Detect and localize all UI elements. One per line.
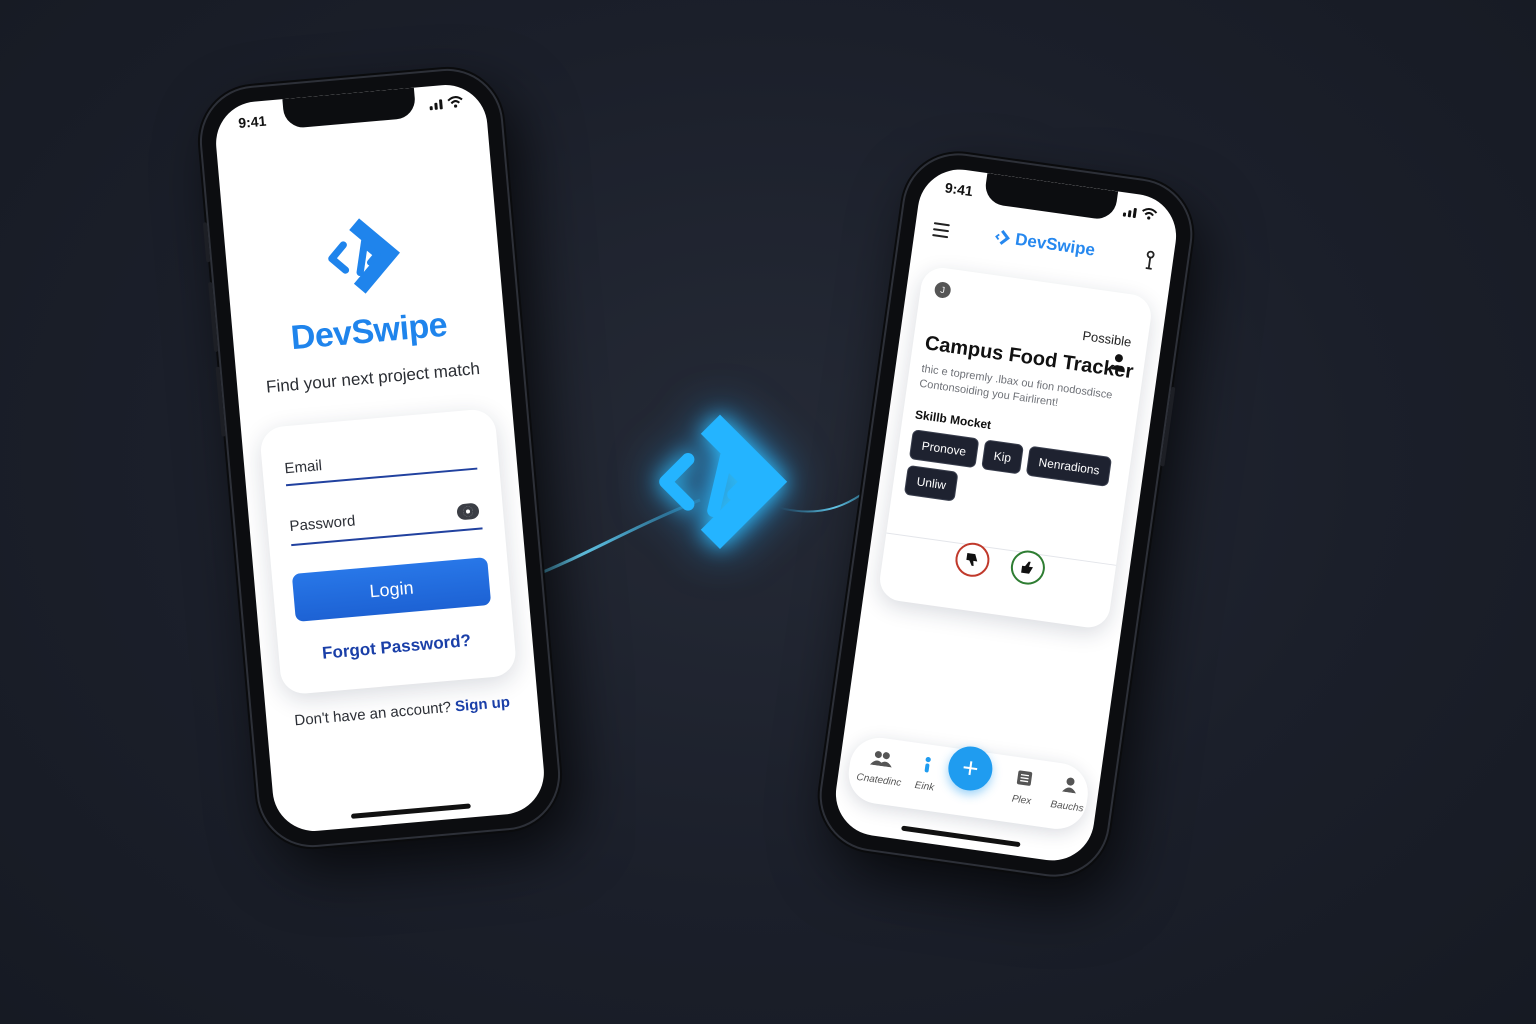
signup-link[interactable]: Sign up: [454, 694, 510, 716]
skill-chips: Pronove Kip Nenradions Unliw: [903, 429, 1119, 523]
email-field[interactable]: Email: [284, 457, 323, 477]
password-field[interactable]: Password: [289, 512, 356, 535]
skill-chip: Nenradions: [1025, 445, 1113, 487]
status-time: 9:41: [237, 112, 267, 132]
app-name: DevSwipe: [1014, 229, 1097, 260]
login-screen: 9:41 DevSwipe Find your next project mat…: [212, 81, 548, 835]
home-indicator: [350, 803, 471, 819]
devswipe-logo-icon: [995, 229, 1010, 245]
skill-chip: Unliw: [903, 464, 959, 502]
devswipe-logo-icon: [328, 218, 400, 294]
filter-icon[interactable]: [1143, 250, 1156, 271]
nav-label: Eink: [913, 779, 935, 794]
skills-label: Skillb Mocket: [914, 407, 993, 432]
app-name: DevSwipe: [289, 305, 449, 358]
status-time: 9:41: [943, 179, 974, 200]
signal-icon: [429, 99, 443, 111]
wifi-icon: [447, 96, 463, 108]
eye-icon[interactable]: [456, 502, 480, 521]
nav-label: Cnatedinc: [855, 771, 902, 789]
nav-label: Plex: [1011, 793, 1032, 808]
nav-item-profile[interactable]: Bauchs: [1041, 773, 1096, 816]
skill-chip: Kip: [980, 439, 1024, 475]
home-indicator: [901, 825, 1021, 848]
login-card: Email Password Login Forgot Password?: [258, 407, 518, 696]
document-icon: [1016, 770, 1033, 786]
notch: [983, 173, 1119, 222]
people-icon: [869, 751, 892, 768]
status-icons: [429, 95, 464, 111]
nav-label: Bauchs: [1049, 799, 1085, 815]
add-project-button[interactable]: +: [945, 743, 996, 794]
forgot-password-link[interactable]: Forgot Password?: [278, 627, 515, 667]
signal-icon: [1122, 206, 1137, 219]
glowing-logo-icon: [659, 414, 788, 549]
header-logo: DevSwipe: [992, 227, 1096, 261]
status-badge: Possible: [1081, 327, 1133, 350]
nav-item-explore[interactable]: Eink: [899, 753, 954, 796]
signup-row: Don't have an account? Sign up: [266, 691, 538, 732]
thumbs-up-icon: [1021, 561, 1033, 574]
project-card[interactable]: J Possible Campus Food Tracker thic e to…: [877, 265, 1154, 631]
bottom-nav: Cnatedinc Eink + Plex Bauchs: [844, 733, 1092, 833]
person-icon: [924, 756, 931, 773]
thumbs-down-icon: [966, 552, 978, 566]
signup-prompt: Don't have an account?: [293, 698, 452, 730]
tagline: Find your next project match: [265, 358, 481, 397]
status-icons: [1122, 204, 1158, 221]
menu-icon[interactable]: [932, 222, 950, 242]
notch: [282, 87, 417, 130]
user-icon: [1062, 777, 1076, 794]
login-button[interactable]: Login: [291, 557, 492, 622]
avatar: J: [933, 280, 952, 300]
skill-chip: Pronove: [908, 429, 980, 469]
wifi-icon: [1142, 208, 1158, 220]
card-divider: [886, 532, 1117, 566]
